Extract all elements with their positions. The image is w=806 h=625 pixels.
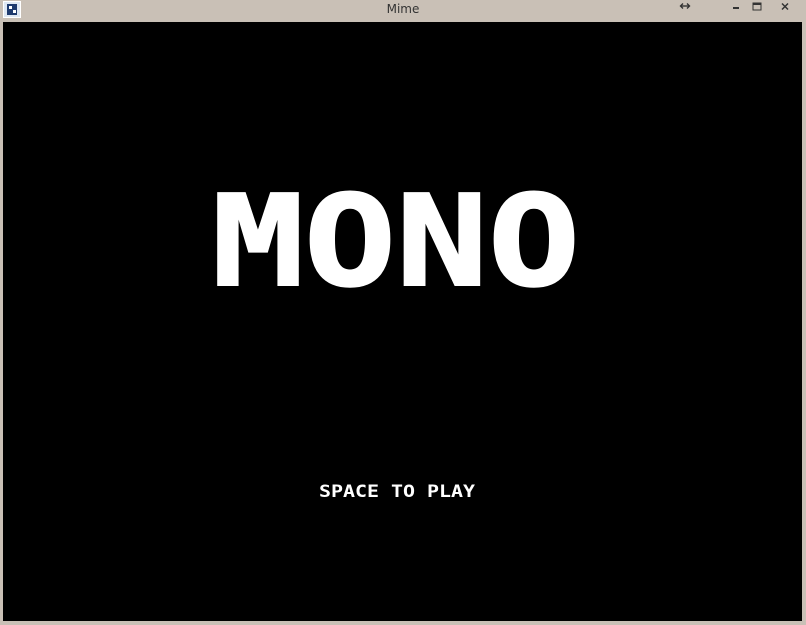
minimize-button[interactable] <box>728 0 744 12</box>
play-prompt-text: SPACE TO PLAY <box>319 484 476 498</box>
maximize-icon <box>752 2 762 10</box>
game-logo: MONO <box>211 181 581 288</box>
close-icon <box>781 2 789 10</box>
game-canvas[interactable]: MONO SPACE TO PLAY <box>3 22 802 621</box>
maximize-button[interactable] <box>749 0 765 12</box>
close-button[interactable] <box>767 0 803 12</box>
window-frame-bottom <box>0 621 806 625</box>
resize-icon <box>679 3 691 9</box>
resize-button[interactable] <box>677 0 693 12</box>
minimize-icon <box>733 7 739 9</box>
title-bar[interactable]: Mime <box>0 0 806 20</box>
logo-text: MONO <box>212 181 580 288</box>
play-prompt: SPACE TO PLAY <box>319 484 476 498</box>
